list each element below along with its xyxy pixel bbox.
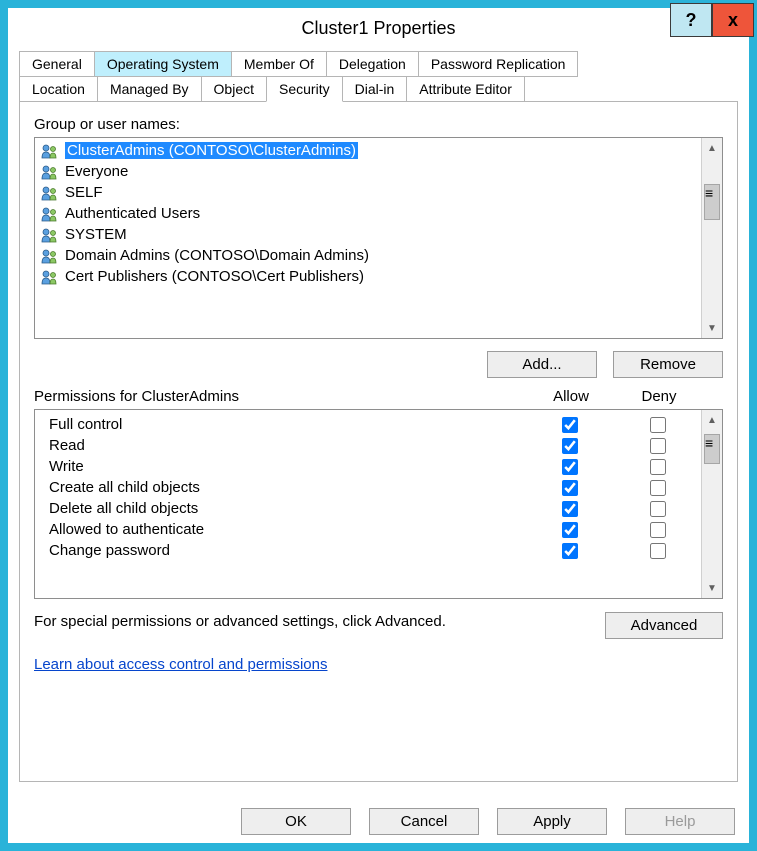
- users-icon: [41, 143, 59, 159]
- tab-object[interactable]: Object: [201, 76, 267, 102]
- title-bar: Cluster1 Properties ? x: [11, 11, 746, 45]
- scrollbar[interactable]: ▲ ≡ ▼: [701, 138, 722, 338]
- tab-delegation[interactable]: Delegation: [326, 51, 419, 77]
- allow-checkbox[interactable]: [562, 438, 578, 454]
- scroll-down-icon[interactable]: ▼: [702, 318, 722, 338]
- permission-name: Delete all child objects: [49, 500, 526, 517]
- principal-item[interactable]: Domain Admins (CONTOSO\Domain Admins): [35, 245, 722, 266]
- principal-name: Domain Admins (CONTOSO\Domain Admins): [65, 247, 369, 264]
- remove-button[interactable]: Remove: [613, 351, 723, 378]
- permission-name: Full control: [49, 416, 526, 433]
- scrollbar[interactable]: ▲ ≡ ▼: [701, 410, 722, 598]
- principal-item[interactable]: Everyone: [35, 161, 722, 182]
- advanced-button[interactable]: Advanced: [605, 612, 723, 639]
- allow-checkbox[interactable]: [562, 417, 578, 433]
- tab-location[interactable]: Location: [19, 76, 98, 102]
- permission-row: Write: [35, 456, 722, 477]
- deny-checkbox[interactable]: [650, 522, 666, 538]
- principal-item[interactable]: Authenticated Users: [35, 203, 722, 224]
- principal-item[interactable]: SELF: [35, 182, 722, 203]
- window-title: Cluster1 Properties: [301, 18, 455, 39]
- permission-row: Change password: [35, 540, 722, 561]
- allow-checkbox[interactable]: [562, 501, 578, 517]
- users-icon: [41, 227, 59, 243]
- learn-link[interactable]: Learn about access control and permissio…: [34, 656, 328, 673]
- ok-button[interactable]: OK: [241, 808, 351, 835]
- permission-name: Change password: [49, 542, 526, 559]
- principal-name: Authenticated Users: [65, 205, 200, 222]
- allow-checkbox[interactable]: [562, 480, 578, 496]
- deny-checkbox[interactable]: [650, 480, 666, 496]
- permission-row: Delete all child objects: [35, 498, 722, 519]
- principal-item[interactable]: ClusterAdmins (CONTOSO\ClusterAdmins): [35, 140, 722, 161]
- allow-checkbox[interactable]: [562, 543, 578, 559]
- permission-row: Full control: [35, 414, 722, 435]
- group-user-label: Group or user names:: [34, 116, 723, 133]
- permission-name: Create all child objects: [49, 479, 526, 496]
- permission-row: Create all child objects: [35, 477, 722, 498]
- tab-attr[interactable]: Attribute Editor: [406, 76, 525, 102]
- principals-listbox[interactable]: ClusterAdmins (CONTOSO\ClusterAdmins) Ev…: [34, 137, 723, 339]
- tab-managedby[interactable]: Managed By: [97, 76, 202, 102]
- allow-checkbox[interactable]: [562, 522, 578, 538]
- deny-checkbox[interactable]: [650, 459, 666, 475]
- deny-checkbox[interactable]: [650, 417, 666, 433]
- scroll-down-icon[interactable]: ▼: [702, 578, 722, 598]
- permission-name: Read: [49, 437, 526, 454]
- permission-name: Allowed to authenticate: [49, 521, 526, 538]
- users-icon: [41, 269, 59, 285]
- scroll-up-icon[interactable]: ▲: [702, 410, 722, 430]
- tab-dialin[interactable]: Dial-in: [342, 76, 408, 102]
- apply-button[interactable]: Apply: [497, 808, 607, 835]
- permissions-listbox[interactable]: Full control Read Write Create all child ob…: [34, 409, 723, 599]
- permission-row: Read: [35, 435, 722, 456]
- principal-name: Cert Publishers (CONTOSO\Cert Publishers…: [65, 268, 364, 285]
- deny-column-header: Deny: [615, 388, 703, 405]
- users-icon: [41, 248, 59, 264]
- cancel-button[interactable]: Cancel: [369, 808, 479, 835]
- allow-checkbox[interactable]: [562, 459, 578, 475]
- tab-os[interactable]: Operating System: [94, 51, 232, 77]
- users-icon: [41, 206, 59, 222]
- principal-item[interactable]: SYSTEM: [35, 224, 722, 245]
- principal-name: Everyone: [65, 163, 128, 180]
- deny-checkbox[interactable]: [650, 438, 666, 454]
- tab-pwdrep[interactable]: Password Replication: [418, 51, 579, 77]
- add-button[interactable]: Add...: [487, 351, 597, 378]
- users-icon: [41, 185, 59, 201]
- principal-item[interactable]: Cert Publishers (CONTOSO\Cert Publishers…: [35, 266, 722, 287]
- tab-general[interactable]: General: [19, 51, 95, 77]
- security-tab-panel: Group or user names: ClusterAdmins (CONT…: [19, 101, 738, 782]
- permission-row: Allowed to authenticate: [35, 519, 722, 540]
- principal-name: ClusterAdmins (CONTOSO\ClusterAdmins): [65, 142, 358, 159]
- users-icon: [41, 164, 59, 180]
- deny-checkbox[interactable]: [650, 543, 666, 559]
- deny-checkbox[interactable]: [650, 501, 666, 517]
- scroll-thumb[interactable]: ≡: [704, 184, 720, 220]
- scroll-up-icon[interactable]: ▲: [702, 138, 722, 158]
- permissions-for-label: Permissions for ClusterAdmins: [34, 388, 527, 405]
- close-button[interactable]: x: [712, 3, 754, 37]
- tab-security[interactable]: Security: [266, 76, 343, 102]
- help-button[interactable]: ?: [670, 3, 712, 37]
- principal-name: SYSTEM: [65, 226, 127, 243]
- principal-name: SELF: [65, 184, 103, 201]
- tab-memberof[interactable]: Member Of: [231, 51, 327, 77]
- scroll-thumb[interactable]: ≡: [704, 434, 720, 464]
- help-footer-button[interactable]: Help: [625, 808, 735, 835]
- allow-column-header: Allow: [527, 388, 615, 405]
- permission-name: Write: [49, 458, 526, 475]
